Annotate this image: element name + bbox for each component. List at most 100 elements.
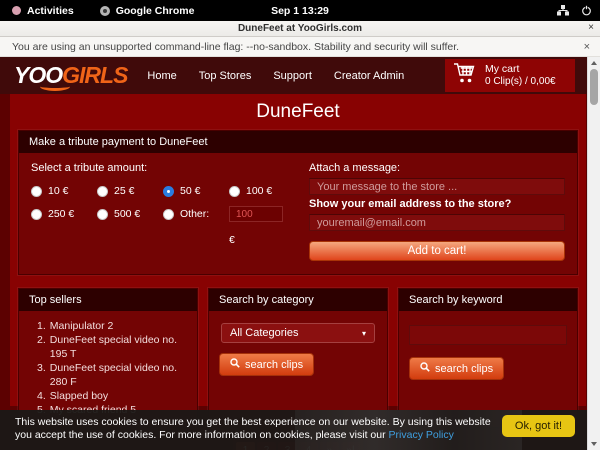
search-clips-label: search clips [245,359,303,371]
search-icon [420,362,430,375]
tribute-panel: Make a tribute payment to DuneFeet Selec… [18,130,578,275]
nav-item-creator-admin[interactable]: Creator Admin [334,70,404,82]
logo-text-girls: GIRLS [62,62,127,88]
nav-item-top-stores[interactable]: Top Stores [199,70,252,82]
radio-label: Other: [180,208,209,220]
category-select[interactable]: All Categories ▾ [221,323,375,343]
cart-summary: 0 Clip(s) / 0,00€ [485,76,556,89]
search-clips-keyword-button[interactable]: search clips [409,357,504,380]
search-keyword-panel: Search by keyword search clips [398,288,578,428]
site-logo[interactable]: YOOGIRLS [14,64,127,87]
search-clips-category-button[interactable]: search clips [219,353,314,376]
amount-option-other[interactable]: Other: [163,206,229,222]
search-category-header: Search by category [209,289,387,311]
radio-label: 10 € [48,185,68,197]
radio-label: 500 € [114,208,140,220]
main-nav: Home Top Stores Support Creator Admin [147,70,404,82]
network-icon[interactable] [557,5,569,16]
tribute-panel-body: Select a tribute amount: 10 € 25 € [19,153,577,274]
currency-symbol: € [229,234,293,246]
warning-close-icon[interactable]: × [584,41,590,53]
amount-option-100[interactable]: 100 € [229,183,293,199]
item-title: DuneFeet special video no. 280 F [50,361,187,389]
radio-label: 25 € [114,185,134,197]
top-sellers-list: 1. Manipulator 2 2. DuneFeet special vid… [29,319,187,417]
amount-option-250[interactable]: 250 € [31,206,97,222]
amount-option-500[interactable]: 500 € [97,206,163,222]
add-to-cart-button[interactable]: Add to cart! [309,241,565,261]
app-menu-button[interactable]: Google Chrome [100,5,195,17]
activities-icon [12,6,21,15]
scroll-up-arrow[interactable] [588,57,600,69]
amount-option-25[interactable]: 25 € [97,183,163,199]
list-item[interactable]: 1. Manipulator 2 [37,319,187,333]
tribute-panel-header: Make a tribute payment to DuneFeet [19,131,577,153]
site-header: YOOGIRLS Home Top Stores Support Creator… [0,57,587,94]
chrome-icon [100,6,110,16]
activities-label: Activities [27,5,74,17]
warning-text: You are using an unsupported command-lin… [12,41,459,53]
amount-label: Select a tribute amount: [31,162,293,174]
radio-icon [31,209,42,220]
scroll-down-arrow[interactable] [588,438,600,450]
search-icon [230,358,240,371]
search-clips-label: search clips [435,363,493,375]
radio-icon [97,186,108,197]
category-selected-value: All Categories [230,327,298,339]
radio-icon [229,186,240,197]
power-icon[interactable] [581,5,592,16]
page-title: DuneFeet [10,94,586,123]
cookie-accept-button[interactable]: Ok, got it! [502,415,575,437]
other-amount-input[interactable] [229,206,283,222]
top-sellers-header: Top sellers [19,289,197,311]
item-number: 1. [37,319,46,333]
email-label: Show your email address to the store? [309,198,565,210]
item-number: 2. [37,333,46,361]
message-label: Attach a message: [309,162,565,174]
radio-label: 50 € [180,185,200,197]
item-title: Manipulator 2 [50,319,114,333]
top-sellers-panel: Top sellers 1. Manipulator 2 2. DuneFeet… [18,288,198,428]
list-item[interactable]: 4. Slapped boy [37,389,187,403]
page-scrollbar[interactable] [587,57,600,450]
radio-icon-selected [163,186,174,197]
window-title-bar[interactable]: DuneFeet at YooGirls.com × [0,21,600,37]
list-item[interactable]: 2. DuneFeet special video no. 195 T [37,333,187,361]
app-menu-label: Google Chrome [116,5,195,17]
cart-title: My cart [485,63,556,76]
logo-smile-shape [40,82,70,91]
message-input[interactable] [309,178,565,195]
bottom-panels: Top sellers 1. Manipulator 2 2. DuneFeet… [18,288,578,428]
chevron-down-icon: ▾ [362,329,366,338]
activities-button[interactable]: Activities [12,5,74,17]
item-title: DuneFeet special video no. 195 T [50,333,187,361]
amount-option-10[interactable]: 10 € [31,183,97,199]
amount-option-50[interactable]: 50 € [163,183,229,199]
radio-icon [97,209,108,220]
item-title: Slapped boy [50,389,108,403]
radio-label: 250 € [48,208,74,220]
radio-icon [163,209,174,220]
item-number: 4. [37,389,46,403]
tribute-message-section: Attach a message: Show your email addres… [293,162,565,261]
radio-label: 100 € [246,185,272,197]
browser-viewport: YOOGIRLS Home Top Stores Support Creator… [0,57,600,450]
scrollbar-thumb[interactable] [590,69,598,105]
nav-item-support[interactable]: Support [273,70,312,82]
list-item[interactable]: 3. DuneFeet special video no. 280 F [37,361,187,389]
privacy-policy-link[interactable]: Privacy Policy [389,429,454,441]
cookie-text: This website uses cookies to ensure you … [15,416,493,442]
my-cart-button[interactable]: My cart 0 Clip(s) / 0,00€ [445,59,575,92]
desktop-top-bar: Activities Google Chrome Sep 1 13:29 [0,0,600,21]
nav-item-home[interactable]: Home [147,70,176,82]
web-page: YOOGIRLS Home Top Stores Support Creator… [0,57,587,450]
window-title: DuneFeet at YooGirls.com [238,23,362,34]
keyword-input[interactable] [409,325,567,345]
email-input[interactable] [309,214,565,231]
cookie-consent-bar: This website uses cookies to ensure you … [0,410,587,450]
radio-icon [31,186,42,197]
screen: Activities Google Chrome Sep 1 13:29 Dun… [0,0,600,450]
chrome-warning-bar: You are using an unsupported command-lin… [0,37,600,57]
window-close-button[interactable]: × [588,22,594,33]
search-keyword-header: Search by keyword [399,289,577,311]
